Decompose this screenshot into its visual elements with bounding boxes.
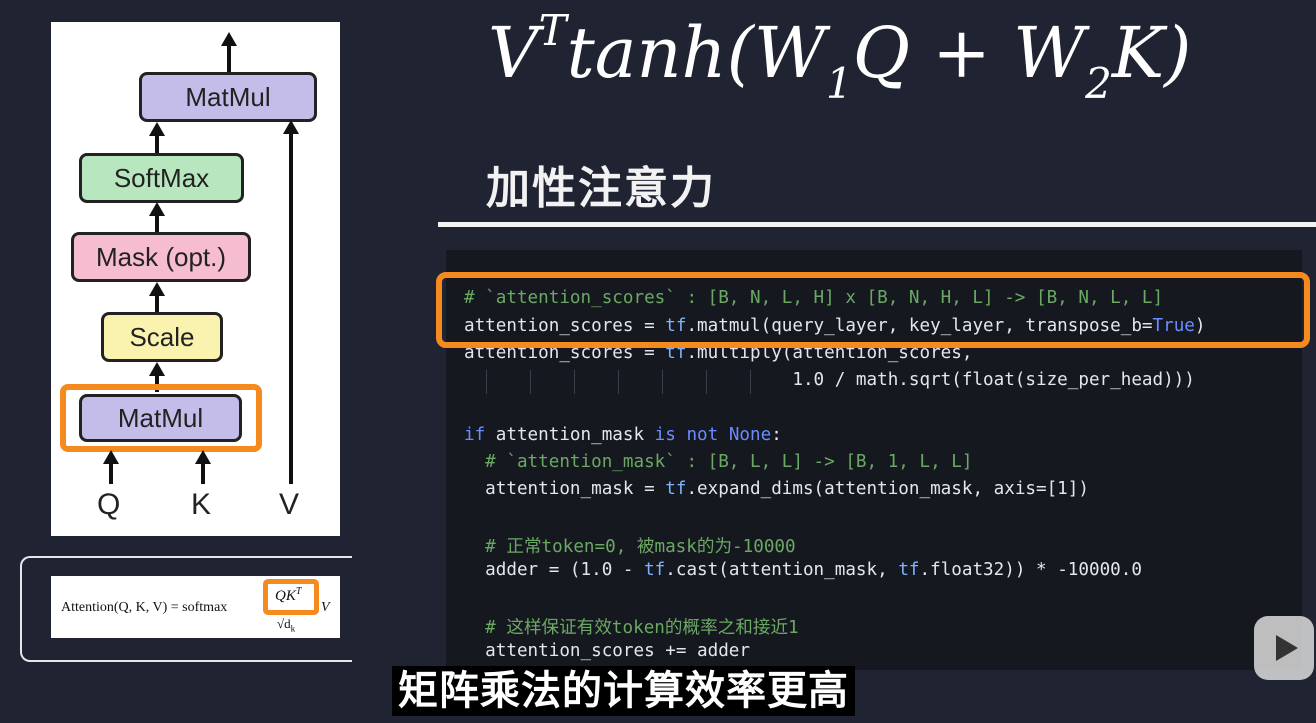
arrow-head-v [283, 120, 299, 134]
block-softmax: SoftMax [79, 153, 244, 203]
arrow-v [289, 130, 293, 484]
code-line-6: # `attention_mask` : [B, L, L] -> [B, 1,… [464, 452, 973, 472]
block-scale: Scale [101, 312, 223, 362]
arrow-head-k [195, 450, 211, 464]
attention-formula-card: Attention(Q, K, V) = softmax QKT √dk V [51, 576, 340, 638]
arrow-head-q [103, 450, 119, 464]
formula-numerator: QKT [275, 586, 302, 604]
block-mask: Mask (opt.) [71, 232, 251, 282]
formula-denominator: √dk [277, 616, 296, 634]
arrow-head-4 [149, 362, 165, 376]
arrow-head-1 [149, 122, 165, 136]
input-v-label: V [279, 488, 300, 521]
formula-lhs: Attention(Q, K, V) = softmax [61, 600, 228, 615]
play-button[interactable] [1254, 616, 1314, 680]
code-line-11: attention_scores += adder [464, 641, 750, 661]
arrow-head-2 [149, 202, 165, 216]
matmul-code-highlight [436, 272, 1310, 348]
video-caption: 矩阵乘法的计算效率更高 [392, 666, 855, 716]
title-divider [438, 222, 1316, 227]
attention-diagram: MatMul SoftMax Mask (opt.) Scale MatMul … [51, 22, 340, 536]
code-line-9: adder = (1.0 - tf.cast(attention_mask, t… [464, 560, 1142, 580]
code-line-8: # 正常token=0, 被mask的为-10000 [464, 537, 796, 557]
code-line-4: 1.0 / math.sqrt(float(size_per_head))) [464, 370, 1195, 390]
formula-tail: V [321, 600, 330, 615]
additive-attention-formula: VTtanh(W1Q + W2K) [488, 5, 1192, 108]
code-line-5: if attention_mask is not None: [464, 425, 782, 445]
arrow-head-3 [149, 282, 165, 296]
block-matmul-top: MatMul [139, 72, 317, 122]
section-title: 加性注意力 [486, 163, 716, 214]
output-arrow-head [221, 32, 237, 46]
input-q-label: Q [97, 488, 121, 521]
block-matmul-bottom: MatMul [79, 394, 242, 442]
code-line-10: # 这样保证有效token的概率之和接近1 [464, 618, 799, 638]
input-k-label: K [191, 488, 212, 521]
code-line-7: attention_mask = tf.expand_dims(attentio… [464, 479, 1089, 499]
play-icon [1275, 635, 1298, 661]
